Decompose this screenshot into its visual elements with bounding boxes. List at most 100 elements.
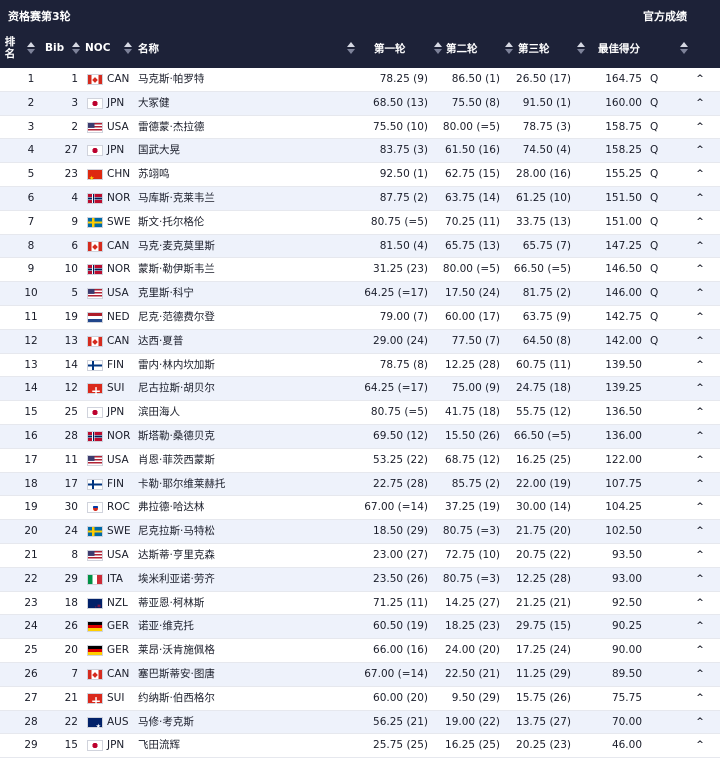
chevron-up-icon[interactable]: ^ bbox=[694, 568, 706, 591]
run3-score: 60.75 (11) bbox=[516, 358, 571, 371]
bib-cell: 19 bbox=[64, 310, 78, 323]
table-row[interactable]: 24 26 GER 诺亚·维克托 60.50 (19) 18.25 (23) 29.75 (… bbox=[0, 615, 720, 640]
chevron-up-icon[interactable]: ^ bbox=[694, 520, 706, 543]
athlete-name[interactable]: 尼克拉斯·马特松 bbox=[138, 520, 215, 543]
chevron-up-icon[interactable]: ^ bbox=[694, 354, 706, 377]
chevron-up-icon[interactable]: ^ bbox=[694, 139, 706, 162]
table-row[interactable]: 11 19 NED 尼克·范德费尔登 79.00 (7) 60.00 (17) 63.75 … bbox=[0, 306, 720, 330]
chevron-up-icon[interactable]: ^ bbox=[694, 235, 706, 258]
athlete-name[interactable]: 蒂亚恩·柯林斯 bbox=[138, 592, 204, 615]
athlete-name[interactable]: 埃米利亚诺·劳齐 bbox=[138, 568, 215, 591]
chevron-up-icon[interactable]: ^ bbox=[694, 496, 706, 519]
chevron-up-icon[interactable]: ^ bbox=[694, 116, 706, 139]
table-row[interactable]: 16 28 NOR 斯塔勒·桑德贝克 69.50 (12) 15.50 (26) 66.50… bbox=[0, 424, 720, 449]
chevron-up-icon[interactable]: ^ bbox=[694, 68, 706, 91]
athlete-name[interactable]: 卡勒·耶尔维莱赫托 bbox=[138, 473, 225, 496]
table-row[interactable]: 12 13 CAN 达西·夏普 29.00 (24) 77.50 (7) 64.50 (8)… bbox=[0, 329, 720, 354]
athlete-name[interactable]: 尼古拉斯·胡贝尔 bbox=[138, 377, 215, 400]
chevron-up-icon[interactable]: ^ bbox=[694, 401, 706, 424]
chevron-up-icon[interactable]: ^ bbox=[694, 258, 706, 281]
chevron-up-icon[interactable]: ^ bbox=[694, 663, 706, 686]
chevron-up-icon[interactable]: ^ bbox=[694, 163, 706, 186]
official-results-link[interactable]: 官方成绩 bbox=[643, 8, 687, 24]
athlete-name[interactable]: 约纳斯·伯西格尔 bbox=[138, 687, 215, 710]
column-header-best[interactable]: 最佳得分 bbox=[598, 28, 692, 68]
column-header-run1[interactable]: 第一轮 bbox=[374, 28, 446, 68]
chevron-up-icon[interactable]: ^ bbox=[694, 639, 706, 662]
athlete-name[interactable]: 蒙斯·勒伊斯韦兰 bbox=[138, 258, 215, 281]
table-row[interactable]: 15 25 JPN 滨田海人 80.75 (=5) 41.75 (18) 55.75 (12… bbox=[0, 401, 720, 425]
athlete-name[interactable]: 苏翊鸣 bbox=[138, 163, 170, 186]
table-row[interactable]: 27 21 SUI 约纳斯·伯西格尔 60.00 (20) 9.50 (29) 15.75 … bbox=[0, 687, 720, 713]
column-header-run2[interactable]: 第二轮 bbox=[446, 28, 517, 68]
chevron-up-icon[interactable]: ^ bbox=[694, 425, 706, 448]
column-header-name-sort[interactable] bbox=[347, 28, 359, 68]
table-row[interactable]: 18 17 FIN 卡勒·耶尔维莱赫托 22.75 (28) 85.75 (2) 22.00… bbox=[0, 472, 720, 497]
athlete-name[interactable]: 国武大晃 bbox=[138, 139, 180, 162]
chevron-up-icon[interactable]: ^ bbox=[694, 377, 706, 400]
table-row[interactable]: 6 4 NOR 马库斯·克莱韦兰 87.75 (2) 63.75 (14) 61.25 (1… bbox=[0, 186, 720, 211]
column-header-noc[interactable]: NOC bbox=[72, 28, 110, 68]
athlete-name[interactable]: 雷德蒙·杰拉德 bbox=[138, 116, 204, 139]
chevron-up-icon[interactable]: ^ bbox=[694, 187, 706, 210]
table-row[interactable]: 13 14 FIN 雷内·林内坎加斯 78.75 (8) 12.25 (28) 60.75 … bbox=[0, 354, 720, 378]
column-header-run3[interactable]: 第三轮 bbox=[518, 28, 589, 68]
table-row[interactable]: 20 24 SWE 尼克拉斯·马特松 18.50 (29) 80.75 (=3) 21.75… bbox=[0, 520, 720, 544]
column-header-name[interactable]: 名称 bbox=[124, 28, 159, 68]
chevron-up-icon[interactable]: ^ bbox=[694, 330, 706, 353]
athlete-name[interactable]: 达西·夏普 bbox=[138, 330, 183, 353]
chevron-up-icon[interactable]: ^ bbox=[694, 544, 706, 567]
chevron-up-icon[interactable]: ^ bbox=[694, 711, 706, 734]
table-row[interactable]: 4 27 JPN 国武大晃 83.75 (3) 61.50 (16) 74.50 (4) 15… bbox=[0, 139, 720, 164]
table-row[interactable]: 8 6 CAN 马克·麦克莫里斯 81.50 (4) 65.75 (13) 65.75 (7… bbox=[0, 234, 720, 259]
column-header-bib[interactable]: Bib bbox=[27, 28, 64, 68]
table-row[interactable]: 29 15 JPN 飞田流辉 25.75 (25) 16.25 (25) 20.25 (23… bbox=[0, 734, 720, 759]
table-row[interactable]: 23 18 NZL 蒂亚恩·柯林斯 71.25 (11) 14.25 (27) 21.25 … bbox=[0, 592, 720, 619]
table-row[interactable]: 2 3 JPN 大冢健 68.50 (13) 75.50 (8) 91.50 (1) 160.… bbox=[0, 91, 720, 116]
athlete-name[interactable]: 飞田流辉 bbox=[138, 734, 180, 757]
qualified-badge bbox=[650, 734, 660, 757]
athlete-name[interactable]: 尼克·范德费尔登 bbox=[138, 306, 215, 329]
athlete-name[interactable]: 诺亚·维克托 bbox=[138, 615, 194, 638]
table-row[interactable]: 26 7 CAN 塞巴斯蒂安·图唐 67.00 (=14) 22.50 (21) 11.25… bbox=[0, 662, 720, 687]
table-row[interactable]: 10 5 USA 克里斯·科宁 64.25 (=17) 17.50 (24) 81.75 (… bbox=[0, 282, 720, 306]
table-row[interactable]: 14 12 SUI 尼古拉斯·胡贝尔 64.25 (=17) 75.00 (9) 24.75… bbox=[0, 377, 720, 403]
athlete-name[interactable]: 马库斯·克莱韦兰 bbox=[138, 187, 215, 210]
athlete-name[interactable]: 莱昂·沃肯施佩格 bbox=[138, 639, 215, 662]
table-row[interactable]: 5 23 CHN 苏翊鸣 92.50 (1) 62.75 (15) 28.00 (16) 15… bbox=[0, 163, 720, 190]
table-row[interactable]: 17 11 USA 肖恩·菲茨西蒙斯 53.25 (22) 68.75 (12) 16.25… bbox=[0, 449, 720, 473]
table-row[interactable]: 22 29 ITA 埃米利亚诺·劳齐 23.50 (26) 80.75 (=3) 12.25… bbox=[0, 567, 720, 592]
athlete-name[interactable]: 肖恩·菲茨西蒙斯 bbox=[138, 449, 215, 472]
chevron-up-icon[interactable]: ^ bbox=[694, 592, 706, 615]
table-row[interactable]: 21 8 USA 达斯蒂·亨里克森 23.00 (27) 72.75 (10) 20.75 … bbox=[0, 544, 720, 568]
athlete-name[interactable]: 雷内·林内坎加斯 bbox=[138, 354, 215, 377]
table-row[interactable]: 28 22 AUS 马修·考克斯 56.25 (21) 19.00 (22) 13.75 (… bbox=[0, 710, 720, 738]
chevron-up-icon[interactable]: ^ bbox=[694, 211, 706, 234]
chevron-up-icon[interactable]: ^ bbox=[694, 687, 706, 710]
table-row[interactable]: 19 30 ROC 弗拉德·哈达林 67.00 (=14) 37.25 (19) 30.00… bbox=[0, 496, 720, 521]
chevron-up-icon[interactable]: ^ bbox=[694, 306, 706, 329]
column-header-rank[interactable]: 排名 bbox=[3, 28, 17, 68]
athlete-name[interactable]: 大冢健 bbox=[138, 92, 170, 115]
athlete-name[interactable]: 弗拉德·哈达林 bbox=[138, 496, 204, 519]
table-row[interactable]: 7 9 SWE 斯文·托尔格伦 80.75 (=5) 70.25 (11) 33.75 (1… bbox=[0, 211, 720, 235]
athlete-name[interactable]: 马克·麦克莫里斯 bbox=[138, 235, 215, 258]
table-row[interactable]: 3 2 USA 雷德蒙·杰拉德 75.50 (10) 80.00 (=5) 78.75 (3… bbox=[0, 116, 720, 140]
athlete-name[interactable]: 塞巴斯蒂安·图唐 bbox=[138, 663, 215, 686]
chevron-up-icon[interactable]: ^ bbox=[694, 92, 706, 115]
chevron-up-icon[interactable]: ^ bbox=[694, 449, 706, 472]
table-row[interactable]: 1 1 CAN 马克斯·帕罗特 78.25 (9) 86.50 (1) 26.50 (17)… bbox=[0, 68, 720, 92]
athlete-name[interactable]: 马克斯·帕罗特 bbox=[138, 68, 204, 91]
chevron-up-icon[interactable]: ^ bbox=[694, 615, 706, 638]
athlete-name[interactable]: 斯塔勒·桑德贝克 bbox=[138, 425, 215, 448]
athlete-name[interactable]: 达斯蒂·亨里克森 bbox=[138, 544, 215, 567]
chevron-up-icon[interactable]: ^ bbox=[694, 282, 706, 305]
table-row[interactable]: 9 10 NOR 蒙斯·勒伊斯韦兰 31.25 (23) 80.00 (=5) 66.50 … bbox=[0, 258, 720, 283]
athlete-name[interactable]: 克里斯·科宁 bbox=[138, 282, 194, 305]
athlete-name[interactable]: 马修·考克斯 bbox=[138, 711, 194, 734]
chevron-up-icon[interactable]: ^ bbox=[694, 473, 706, 496]
chevron-up-icon[interactable]: ^ bbox=[694, 734, 706, 757]
athlete-name[interactable]: 斯文·托尔格伦 bbox=[138, 211, 204, 234]
athlete-name[interactable]: 滨田海人 bbox=[138, 401, 180, 424]
table-row[interactable]: 25 20 GER 莱昂·沃肯施佩格 66.00 (16) 24.00 (20) 17.25… bbox=[0, 639, 720, 663]
